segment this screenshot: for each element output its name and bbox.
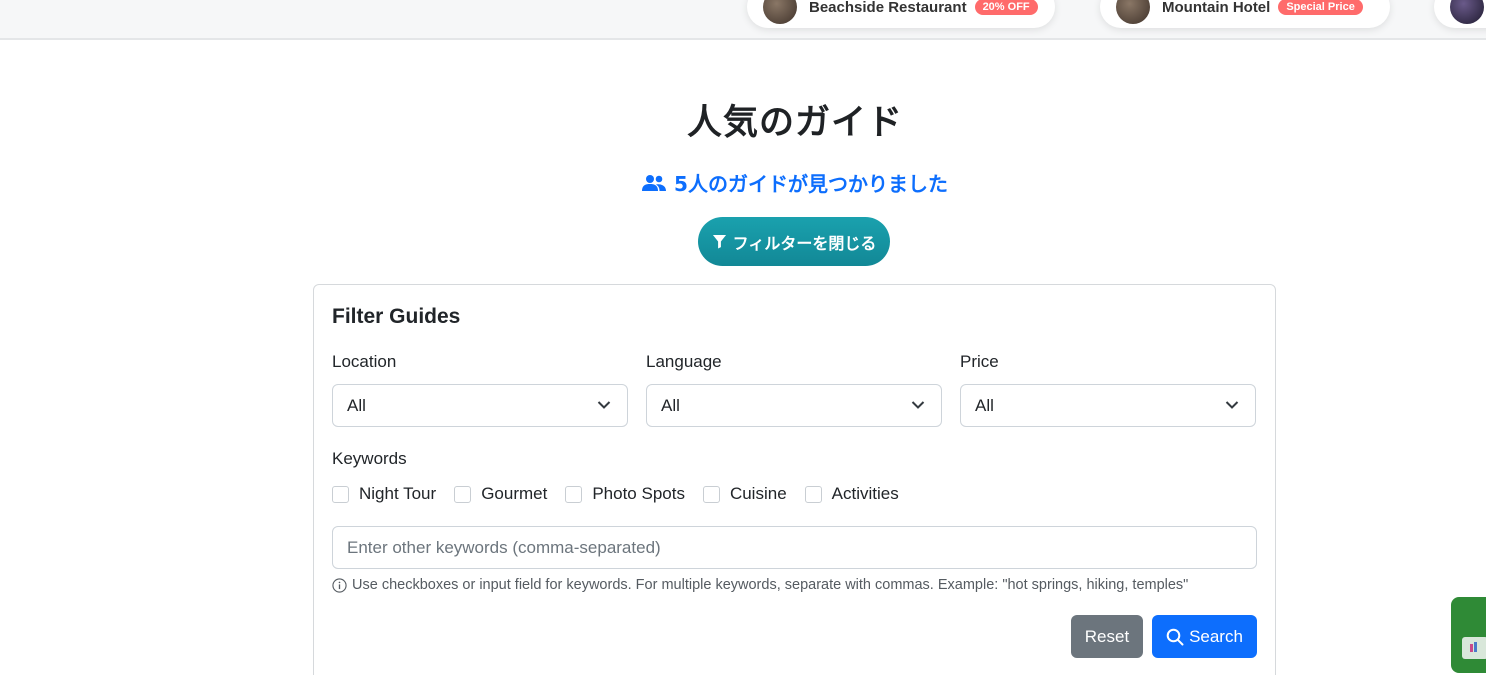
keyword-option-night-tour[interactable]: Night Tour <box>332 484 436 504</box>
keyword-option-label: Photo Spots <box>592 484 685 503</box>
keyword-option-gourmet[interactable]: Gourmet <box>454 484 547 504</box>
search-button[interactable]: Search <box>1152 615 1257 658</box>
promo-thumbnail <box>1450 0 1484 24</box>
guides-found-text: 5人のガイドが見つかりました <box>674 172 948 196</box>
filter-panel: Filter Guides Location All Language All … <box>313 284 1276 675</box>
chevron-down-icon <box>911 401 925 409</box>
reset-button[interactable]: Reset <box>1071 615 1143 658</box>
keyword-checkboxes: Night Tour Gourmet Photo Spots Cuisine A… <box>332 484 917 504</box>
keyword-option-label: Cuisine <box>729 484 787 503</box>
language-select-value: All <box>661 395 680 415</box>
promo-thumbnail <box>1116 0 1150 24</box>
promo-name: Mountain Hotel <box>1162 0 1271 16</box>
filter-title: Filter Guides <box>332 305 461 328</box>
promo-badge: 20% OFF <box>974 0 1038 15</box>
promo-name: Beachside Restaurant <box>809 0 967 16</box>
chevron-down-icon <box>1225 401 1239 409</box>
location-select[interactable]: All <box>332 384 628 427</box>
promo-card-beachside-restaurant[interactable]: Beachside Restaurant 20% OFF <box>747 0 1055 28</box>
price-label: Price <box>960 352 999 371</box>
info-circle-icon <box>332 577 347 593</box>
language-select[interactable]: All <box>646 384 942 427</box>
close-filter-button[interactable]: フィルターを閉じる <box>698 217 890 266</box>
location-select-value: All <box>347 395 366 415</box>
filter-icon <box>712 234 726 249</box>
location-label: Location <box>332 352 397 371</box>
keywords-input[interactable] <box>332 526 1257 569</box>
keyword-option-cuisine[interactable]: Cuisine <box>702 484 787 504</box>
search-icon <box>1166 628 1184 645</box>
chart-icon <box>1462 637 1486 659</box>
checkbox[interactable] <box>702 485 720 503</box>
search-button-label: Search <box>1189 626 1243 646</box>
keywords-hint-text: Use checkboxes or input field for keywor… <box>352 577 1189 593</box>
checkbox[interactable] <box>454 485 472 503</box>
language-label: Language <box>646 352 722 371</box>
promo-card-mountain-hotel[interactable]: Mountain Hotel Special Price <box>1100 0 1390 28</box>
keyword-option-activities[interactable]: Activities <box>804 484 899 504</box>
keyword-option-photo-spots[interactable]: Photo Spots <box>565 484 685 504</box>
promo-strip: Beachside Restaurant 20% OFF Mountain Ho… <box>0 0 1486 40</box>
price-select-value: All <box>975 395 994 415</box>
users-icon <box>642 174 667 191</box>
close-filter-label: フィルターを閉じる <box>732 233 877 253</box>
keywords-hint: Use checkboxes or input field for keywor… <box>332 577 1188 593</box>
chevron-down-icon <box>597 401 611 409</box>
checkbox[interactable] <box>565 485 583 503</box>
promo-thumbnail <box>763 0 797 24</box>
keywords-label: Keywords <box>332 449 407 468</box>
floating-widget[interactable] <box>1451 597 1486 673</box>
keyword-option-label: Activities <box>831 484 899 503</box>
checkbox[interactable] <box>332 485 349 503</box>
price-select[interactable]: All <box>960 384 1256 427</box>
keyword-option-label: Night Tour <box>359 484 437 503</box>
promo-card-partial[interactable] <box>1434 0 1486 28</box>
keyword-option-label: Gourmet <box>481 484 548 503</box>
promo-badge: Special Price <box>1278 0 1363 15</box>
guides-found-count: 5人のガイドが見つかりました <box>0 168 1486 197</box>
page-title: 人気のガイド <box>686 103 903 143</box>
checkbox[interactable] <box>804 485 822 503</box>
